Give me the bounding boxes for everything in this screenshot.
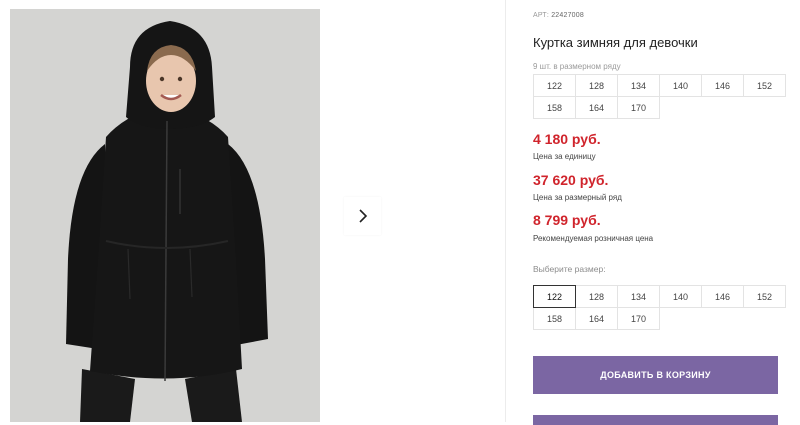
pack-price: 37 620 руб. <box>533 172 609 188</box>
size-option[interactable]: 134 <box>617 285 660 308</box>
retail-price-label: Рекомендуемая розничная цена <box>533 234 654 243</box>
retail-price: 8 799 руб. <box>533 212 601 228</box>
gallery-next-button[interactable] <box>344 197 381 235</box>
secondary-action-button[interactable] <box>533 415 778 425</box>
pack-size-cell: 146 <box>701 74 744 97</box>
add-to-cart-button[interactable]: ДОБАВИТЬ В КОРЗИНУ <box>533 356 778 394</box>
size-option[interactable]: 128 <box>575 285 618 308</box>
chevron-right-icon <box>358 209 367 223</box>
article-label: АРТ: <box>533 12 550 19</box>
pack-size-cell: 140 <box>659 74 702 97</box>
pack-size-cell: 158 <box>533 96 576 119</box>
pack-size-grid: 122 128 134 140 146 152 158 164 170 <box>533 74 786 119</box>
pack-price-label: Цена за размерный ряд <box>533 193 622 202</box>
pack-size-cell: 134 <box>617 74 660 97</box>
size-option[interactable]: 152 <box>743 285 786 308</box>
size-option-selected[interactable]: 122 <box>533 285 576 308</box>
article-code: АРТ: 22427008 <box>533 12 584 19</box>
pack-size-cell: 170 <box>617 96 660 119</box>
unit-price: 4 180 руб. <box>533 131 601 147</box>
size-option[interactable]: 146 <box>701 285 744 308</box>
pack-size-cell: 122 <box>533 74 576 97</box>
product-photo <box>10 9 320 422</box>
size-option[interactable]: 140 <box>659 285 702 308</box>
product-gallery <box>0 0 506 422</box>
pack-size-cell: 152 <box>743 74 786 97</box>
size-option[interactable]: 164 <box>575 307 618 330</box>
size-select-caption: Выберите размер: <box>533 264 606 274</box>
pack-size-cell: 128 <box>575 74 618 97</box>
unit-price-label: Цена за единицу <box>533 152 596 161</box>
size-option[interactable]: 170 <box>617 307 660 330</box>
pack-size-cell: 164 <box>575 96 618 119</box>
pack-caption: 9 шт. в размерном ряду <box>533 62 621 71</box>
size-select-grid: 122 128 134 140 146 152 158 164 170 <box>533 285 786 330</box>
article-number: 22427008 <box>551 12 584 19</box>
size-option[interactable]: 158 <box>533 307 576 330</box>
product-title: Куртка зимняя для девочки <box>533 35 698 50</box>
